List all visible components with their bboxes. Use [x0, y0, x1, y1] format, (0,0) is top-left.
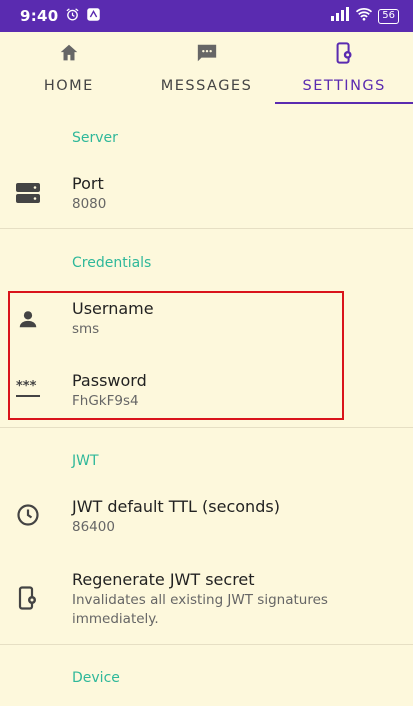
- setting-jwt-ttl[interactable]: JWT default TTL (seconds) 86400: [0, 488, 413, 548]
- alarm-icon: [65, 7, 80, 26]
- status-bar: 9:40 56: [0, 0, 413, 32]
- tab-bar: HOME MESSAGES SETTINGS: [0, 32, 413, 104]
- jwt-ttl-title: JWT default TTL (seconds): [72, 497, 280, 516]
- setting-regenerate-jwt[interactable]: Regenerate JWT secret Invalidates all ex…: [0, 561, 413, 637]
- tab-home-label: HOME: [43, 78, 94, 94]
- tab-settings-label: SETTINGS: [302, 78, 386, 94]
- divider: [0, 427, 413, 428]
- app-notification-icon: [86, 7, 101, 26]
- tab-messages-label: MESSAGES: [160, 78, 253, 94]
- home-icon: [58, 42, 80, 68]
- message-icon: [196, 42, 218, 68]
- tab-messages[interactable]: MESSAGES: [138, 32, 276, 104]
- section-header-server: Server: [72, 130, 118, 146]
- settings-phone-icon: [333, 42, 355, 68]
- port-title: Port: [72, 174, 104, 193]
- divider: [0, 644, 413, 645]
- jwt-ttl-value: 86400: [72, 519, 115, 535]
- tab-settings[interactable]: SETTINGS: [275, 32, 413, 104]
- regenerate-jwt-title: Regenerate JWT secret: [72, 570, 255, 589]
- signal-icon: [330, 7, 350, 25]
- section-header-device: Device: [72, 670, 120, 686]
- regenerate-jwt-description: Invalidates all existing JWT signatures …: [72, 592, 328, 627]
- clock-icon: [15, 502, 41, 528]
- phone-settings-icon: [15, 585, 41, 611]
- wifi-icon: [355, 7, 373, 25]
- port-value: 8080: [72, 196, 107, 212]
- tab-home[interactable]: HOME: [0, 32, 138, 104]
- status-time: 9:40: [20, 7, 59, 25]
- section-header-credentials: Credentials: [72, 255, 152, 271]
- setting-port[interactable]: Port 8080: [0, 164, 413, 224]
- server-icon: [15, 180, 41, 206]
- section-header-jwt: JWT: [72, 453, 99, 469]
- divider: [0, 228, 413, 229]
- highlight-box: [8, 291, 344, 420]
- battery-icon: 56: [378, 8, 399, 24]
